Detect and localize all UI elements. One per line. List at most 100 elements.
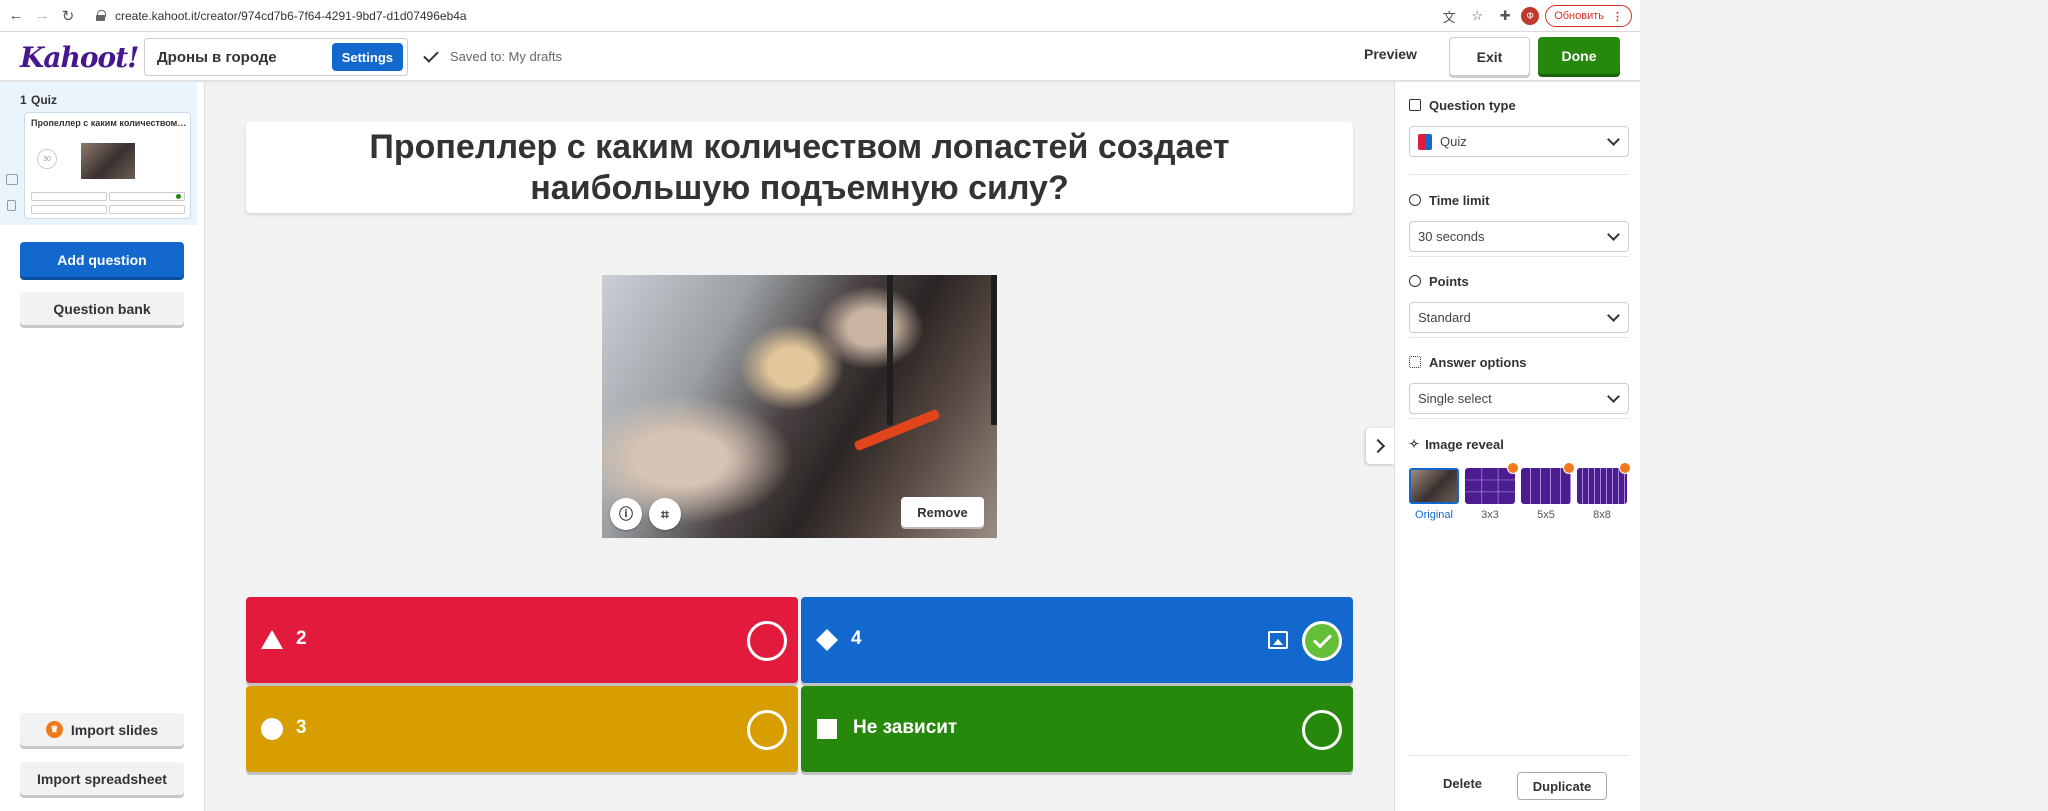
answer-options-select[interactable]: Single select	[1409, 383, 1629, 414]
points-section: Points Standard	[1409, 272, 1629, 333]
question-type-section: Question type Quiz	[1409, 96, 1629, 157]
time-limit-section: Time limit 30 seconds	[1409, 191, 1629, 252]
quiz-type-icon	[1418, 133, 1432, 150]
chevron-down-icon	[1607, 228, 1620, 241]
correct-toggle-1[interactable]	[747, 621, 787, 661]
correct-toggle-4[interactable]	[1302, 710, 1342, 750]
time-limit-select[interactable]: 30 seconds	[1409, 221, 1629, 252]
time-limit-label: Time limit	[1429, 192, 1490, 208]
lock-icon	[96, 10, 106, 21]
chevron-down-icon	[1607, 390, 1620, 403]
answer-option-4[interactable]: Не зависит	[801, 686, 1353, 772]
import-slides-button[interactable]: ♛ Import slides	[20, 713, 184, 746]
answer-4-text: Не зависит	[853, 717, 958, 738]
points-label: Points	[1429, 273, 1469, 289]
delete-button[interactable]: Delete	[1443, 776, 1482, 791]
thumbnail-answer	[31, 192, 107, 201]
answer-options-section: Answer options Single select	[1409, 353, 1629, 414]
reveal-8x8-thumb	[1577, 462, 1631, 504]
reveal-option-label: Original	[1415, 509, 1453, 521]
triangle-icon	[261, 630, 283, 649]
premium-crown-icon	[1563, 462, 1575, 474]
answer-2-text: 4	[851, 628, 862, 649]
image-reveal-label: Image reveal	[1425, 436, 1504, 452]
reveal-option-original[interactable]: Original	[1409, 468, 1459, 521]
answer-options-label: Answer options	[1429, 354, 1527, 370]
premium-crown-icon	[1507, 462, 1519, 474]
slide-number: 1	[20, 93, 27, 107]
preview-button[interactable]: Preview	[1364, 46, 1417, 62]
answer-option-3[interactable]: 3	[246, 686, 798, 772]
answer-option-1[interactable]: 2	[246, 597, 798, 683]
desktop-background	[1640, 0, 2048, 811]
question-type-select[interactable]: Quiz	[1409, 126, 1629, 157]
browser-toolbar: ← → ↻ create.kahoot.it/creator/974cd7b6-…	[0, 0, 1640, 32]
slide-thumbnail-timer: 30	[37, 149, 57, 169]
exit-button[interactable]: Exit	[1449, 37, 1530, 76]
reveal-option-5x5[interactable]: 5x5	[1521, 462, 1575, 521]
back-arrow-icon[interactable]: ←	[6, 6, 26, 26]
reveal-option-8x8[interactable]: 8x8	[1577, 462, 1631, 521]
slide-item[interactable]: 1 Quiz Пропеллер с каким количеством лоп…	[0, 82, 197, 225]
reveal-option-label: 5x5	[1537, 509, 1555, 521]
answer-options-value: Single select	[1418, 391, 1492, 406]
url-text: create.kahoot.it/creator/974cd7b6-7f64-4…	[115, 8, 467, 23]
divider	[1409, 174, 1629, 175]
add-image-icon[interactable]	[1268, 631, 1288, 649]
slide-thumbnail[interactable]: Пропеллер с каким количеством лопастей с…	[24, 112, 191, 219]
reveal-option-label: 3x3	[1481, 509, 1499, 521]
trash-icon[interactable]	[7, 200, 16, 211]
bookmark-star-icon[interactable]: ☆	[1465, 4, 1489, 28]
time-limit-value: 30 seconds	[1418, 229, 1485, 244]
chevron-down-icon	[1607, 309, 1620, 322]
add-question-button[interactable]: Add question	[20, 242, 184, 277]
reload-icon[interactable]: ↻	[58, 6, 78, 26]
remove-image-button[interactable]: Remove	[901, 497, 984, 527]
thumbnail-answer	[109, 205, 185, 214]
settings-button[interactable]: Settings	[331, 43, 403, 71]
crown-icon: ♛	[45, 721, 63, 738]
reveal-option-3x3[interactable]: 3x3	[1465, 462, 1519, 521]
save-status-text: Saved to: My drafts	[450, 49, 562, 64]
info-icon[interactable]: ⓘ	[610, 498, 642, 530]
reveal-option-label: 8x8	[1593, 509, 1611, 521]
profile-avatar[interactable]: Ф	[1521, 7, 1540, 25]
correct-toggle-2[interactable]	[1302, 621, 1342, 661]
photo-drone-frame	[887, 275, 997, 425]
duplicate-slide-icon[interactable]	[6, 174, 18, 185]
question-type-icon	[1409, 99, 1421, 111]
question-title-field[interactable]: Пропеллер с каким количеством лопастей с…	[246, 122, 1353, 213]
kahoot-creator-window: ← → ↻ create.kahoot.it/creator/974cd7b6-…	[0, 0, 1640, 811]
chevron-down-icon	[1607, 133, 1620, 146]
question-text: Пропеллер с каким количеством лопастей с…	[369, 127, 1230, 207]
thumbnail-answer	[109, 192, 185, 201]
forward-arrow-icon[interactable]: →	[32, 6, 52, 26]
translate-icon[interactable]: 文	[1437, 4, 1461, 28]
done-button[interactable]: Done	[1538, 37, 1620, 74]
correct-toggle-3[interactable]	[747, 710, 787, 750]
more-menu-icon[interactable]: ⋮	[1612, 10, 1623, 23]
divider	[1409, 755, 1629, 756]
correct-indicator-dot	[176, 194, 181, 199]
address-bar[interactable]: create.kahoot.it/creator/974cd7b6-7f64-4…	[96, 9, 467, 23]
image-reveal-section: ✧ Image reveal	[1409, 435, 1629, 453]
image-reveal-options: Original 3x3 5x5 8x8	[1409, 462, 1631, 521]
points-select[interactable]: Standard	[1409, 302, 1629, 333]
slide-thumbnail-image	[81, 143, 135, 179]
thumbnail-answer	[31, 205, 107, 214]
reveal-5x5-thumb	[1521, 462, 1575, 504]
browser-update-button[interactable]: Обновить ⋮	[1545, 5, 1632, 27]
question-bank-button[interactable]: Question bank	[20, 292, 184, 325]
crop-icon[interactable]: ⌗	[649, 498, 681, 530]
kahoot-logo[interactable]: Kahoot!	[20, 41, 139, 74]
question-settings-panel: Question type Quiz Time limit 30 seconds…	[1394, 82, 1640, 811]
kahoot-title-field[interactable]: Дроны в городе Settings	[144, 38, 408, 76]
collapse-panel-button[interactable]	[1366, 428, 1394, 464]
creator-topbar: Kahoot! Дроны в городе Settings Saved to…	[0, 32, 1640, 81]
import-spreadsheet-button[interactable]: Import spreadsheet	[20, 762, 184, 795]
extensions-puzzle-icon[interactable]: ✚	[1493, 4, 1517, 28]
divider	[1409, 337, 1629, 338]
duplicate-button[interactable]: Duplicate	[1517, 772, 1607, 800]
answer-option-2[interactable]: 4	[801, 597, 1353, 683]
points-value: Standard	[1418, 310, 1471, 325]
